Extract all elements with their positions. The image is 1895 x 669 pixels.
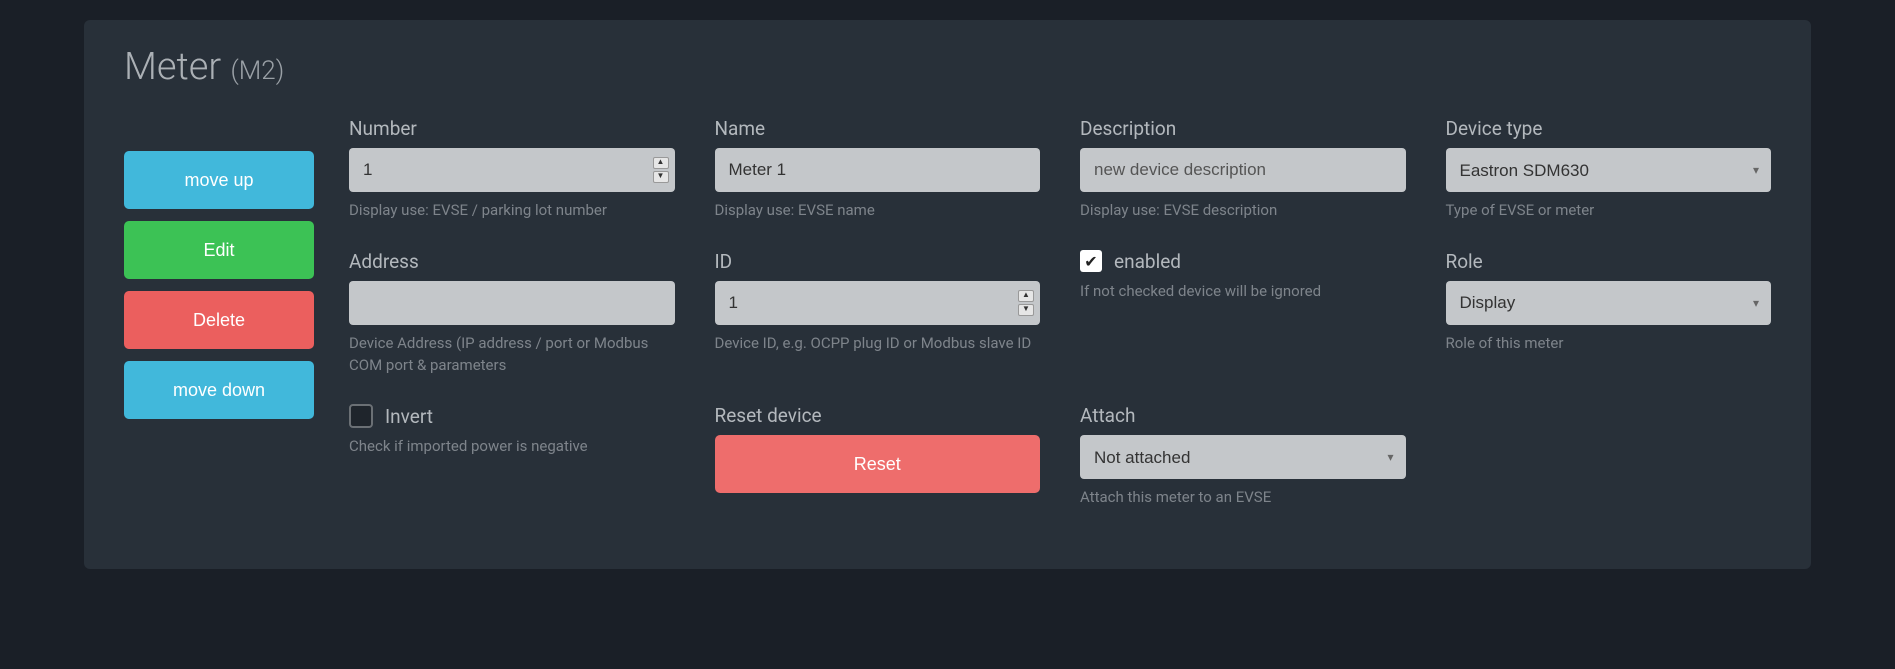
field-name: Name Display use: EVSE name: [715, 117, 1041, 222]
number-label: Number: [349, 117, 675, 140]
number-spinners: ▲ ▼: [653, 154, 669, 186]
field-number: Number ▲ ▼ Display use: EVSE / parking l…: [349, 117, 675, 222]
field-device-type: Device type Eastron SDM630 Type of EVSE …: [1446, 117, 1772, 222]
fields-grid: Number ▲ ▼ Display use: EVSE / parking l…: [349, 117, 1771, 509]
move-down-button[interactable]: move down: [124, 361, 314, 419]
device-type-help: Type of EVSE or meter: [1446, 200, 1772, 222]
enabled-label: enabled: [1114, 250, 1181, 273]
field-attach: Attach Not attached Attach this meter to…: [1080, 404, 1406, 509]
invert-label: Invert: [385, 405, 433, 428]
delete-button[interactable]: Delete: [124, 291, 314, 349]
address-input[interactable]: [349, 281, 675, 325]
role-label: Role: [1446, 250, 1772, 273]
name-label: Name: [715, 117, 1041, 140]
id-step-down[interactable]: ▼: [1018, 304, 1034, 316]
description-label: Description: [1080, 117, 1406, 140]
number-input[interactable]: [349, 148, 675, 192]
field-reset: Reset device Reset: [715, 404, 1041, 509]
reset-button[interactable]: Reset: [715, 435, 1041, 493]
field-id: ID ▲ ▼ Device ID, e.g. OCPP plug ID or M…: [715, 250, 1041, 377]
field-address: Address Device Address (IP address / por…: [349, 250, 675, 377]
description-input[interactable]: [1080, 148, 1406, 192]
role-select[interactable]: Display: [1446, 281, 1772, 325]
number-help: Display use: EVSE / parking lot number: [349, 200, 675, 222]
enabled-help: If not checked device will be ignored: [1080, 281, 1406, 303]
attach-label: Attach: [1080, 404, 1406, 427]
move-up-button[interactable]: move up: [124, 151, 314, 209]
attach-select[interactable]: Not attached: [1080, 435, 1406, 479]
field-empty: [1446, 404, 1772, 509]
panel-title: Meter (M2): [124, 45, 1771, 89]
device-type-label: Device type: [1446, 117, 1772, 140]
edit-button[interactable]: Edit: [124, 221, 314, 279]
title-sub: (M2): [230, 56, 284, 86]
name-help: Display use: EVSE name: [715, 200, 1041, 222]
check-icon: ✔: [1084, 252, 1097, 271]
number-step-up[interactable]: ▲: [653, 157, 669, 169]
field-description: Description Display use: EVSE descriptio…: [1080, 117, 1406, 222]
id-help: Device ID, e.g. OCPP plug ID or Modbus s…: [715, 333, 1041, 355]
meter-panel: Meter (M2) move up Edit Delete move down…: [84, 20, 1811, 569]
id-label: ID: [715, 250, 1041, 273]
attach-help: Attach this meter to an EVSE: [1080, 487, 1406, 509]
address-label: Address: [349, 250, 675, 273]
address-help: Device Address (IP address / port or Mod…: [349, 333, 675, 377]
device-type-select[interactable]: Eastron SDM630: [1446, 148, 1772, 192]
field-enabled: ✔ enabled If not checked device will be …: [1080, 250, 1406, 377]
id-input[interactable]: [715, 281, 1041, 325]
enabled-checkbox[interactable]: ✔: [1080, 250, 1102, 272]
name-input[interactable]: [715, 148, 1041, 192]
invert-help: Check if imported power is negative: [349, 436, 675, 458]
title-main: Meter: [124, 45, 221, 89]
description-help: Display use: EVSE description: [1080, 200, 1406, 222]
invert-checkbox[interactable]: [349, 404, 373, 428]
field-invert: Invert Check if imported power is negati…: [349, 404, 675, 509]
id-step-up[interactable]: ▲: [1018, 290, 1034, 302]
role-help: Role of this meter: [1446, 333, 1772, 355]
reset-label: Reset device: [715, 404, 1041, 427]
number-step-down[interactable]: ▼: [653, 171, 669, 183]
side-buttons: move up Edit Delete move down: [124, 151, 314, 509]
id-spinners: ▲ ▼: [1018, 287, 1034, 319]
field-role: Role Display Role of this meter: [1446, 250, 1772, 377]
